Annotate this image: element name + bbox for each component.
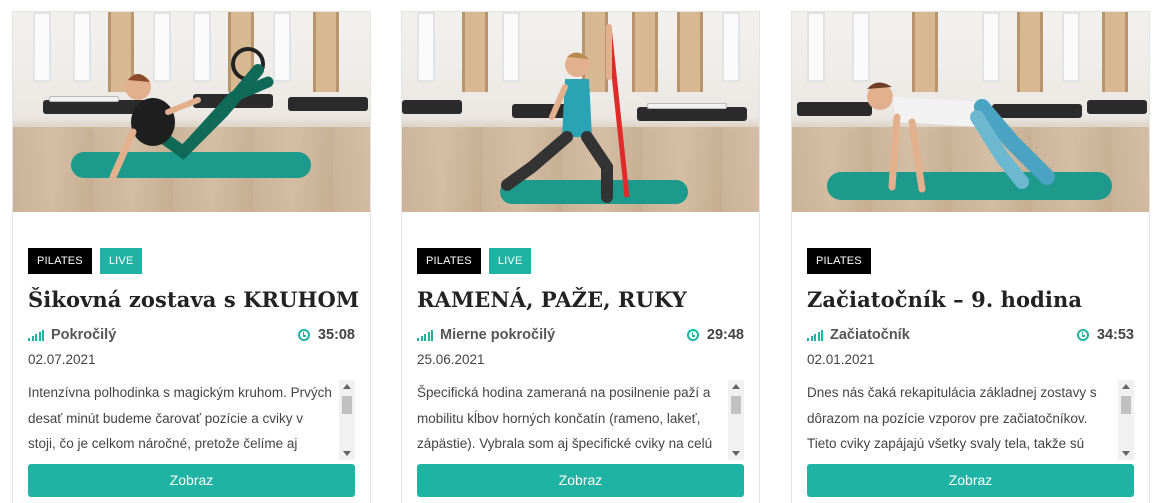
show-button[interactable]: Zobraz [417,464,744,497]
show-button[interactable]: Zobraz [28,464,355,497]
duration-label: 29:48 [706,327,744,343]
video-thumbnail[interactable] [792,12,1149,212]
card-title[interactable]: Začiatočník – 9. hodina [807,287,1134,312]
description-scrollbar[interactable] [1118,380,1134,460]
video-thumbnail[interactable] [402,12,759,212]
video-thumbnail[interactable] [13,12,370,212]
signal-bars-icon [807,329,823,341]
scroll-up-icon[interactable] [343,384,351,389]
clock-icon [686,329,699,341]
tag-category: PILATES [807,248,871,274]
level-label: Mierne pokročilý [440,327,556,343]
scroll-down-icon[interactable] [732,451,740,456]
tag-live: LIVE [488,248,532,274]
tag-list: PILATES LIVE [28,248,355,274]
description-scrollbar[interactable] [339,380,355,460]
tag-list: PILATES LIVE [417,248,744,274]
scroll-thumb[interactable] [1121,396,1131,414]
scroll-down-icon[interactable] [343,451,351,456]
level-info: Mierne pokročilý [417,327,555,343]
signal-bars-icon [417,329,433,341]
tag-category: PILATES [28,248,92,274]
duration-label: 35:08 [317,327,355,343]
video-card[interactable]: PILATES Začiatočník – 9. hodina Začiatoč… [791,11,1150,503]
card-title[interactable]: Šikovná zostava s KRUHOM [28,287,359,312]
tag-category: PILATES [417,248,481,274]
tag-live: LIVE [99,248,143,274]
card-date: 25.06.2021 [417,352,485,367]
clock-icon [1076,329,1089,341]
card-title[interactable]: RAMENÁ, PAŽE, RUKY [417,287,744,312]
card-description: Dnes nás čaká rekapitulácia základnej zo… [807,385,1097,451]
scroll-up-icon[interactable] [1122,384,1130,389]
tag-list: PILATES [807,248,1134,274]
card-description: Intenzívna polhodinka s magickým kruhom.… [28,385,332,451]
level-info: Začiatočník [807,327,910,343]
show-button[interactable]: Zobraz [807,464,1134,497]
card-date: 02.01.2021 [807,352,875,367]
description-scrollbar[interactable] [728,380,744,460]
scroll-thumb[interactable] [342,396,352,414]
clock-icon [297,329,310,341]
video-card[interactable]: PILATES LIVE Šikovná zostava s KRUHOM Po… [12,11,371,503]
duration-info: 34:53 [1076,327,1134,343]
level-info: Pokročilý [28,327,116,343]
level-label: Pokročilý [51,327,117,343]
card-description: Špecifická hodina zameraná na posilnenie… [417,385,713,451]
scroll-up-icon[interactable] [732,384,740,389]
duration-label: 34:53 [1096,327,1134,343]
video-card[interactable]: PILATES LIVE RAMENÁ, PAŽE, RUKY Mierne p… [401,11,760,503]
card-date: 02.07.2021 [28,352,96,367]
scroll-down-icon[interactable] [1122,451,1130,456]
signal-bars-icon [28,329,44,341]
duration-info: 29:48 [686,327,744,343]
duration-info: 35:08 [297,327,355,343]
level-label: Začiatočník [830,327,910,343]
scroll-thumb[interactable] [731,396,741,414]
